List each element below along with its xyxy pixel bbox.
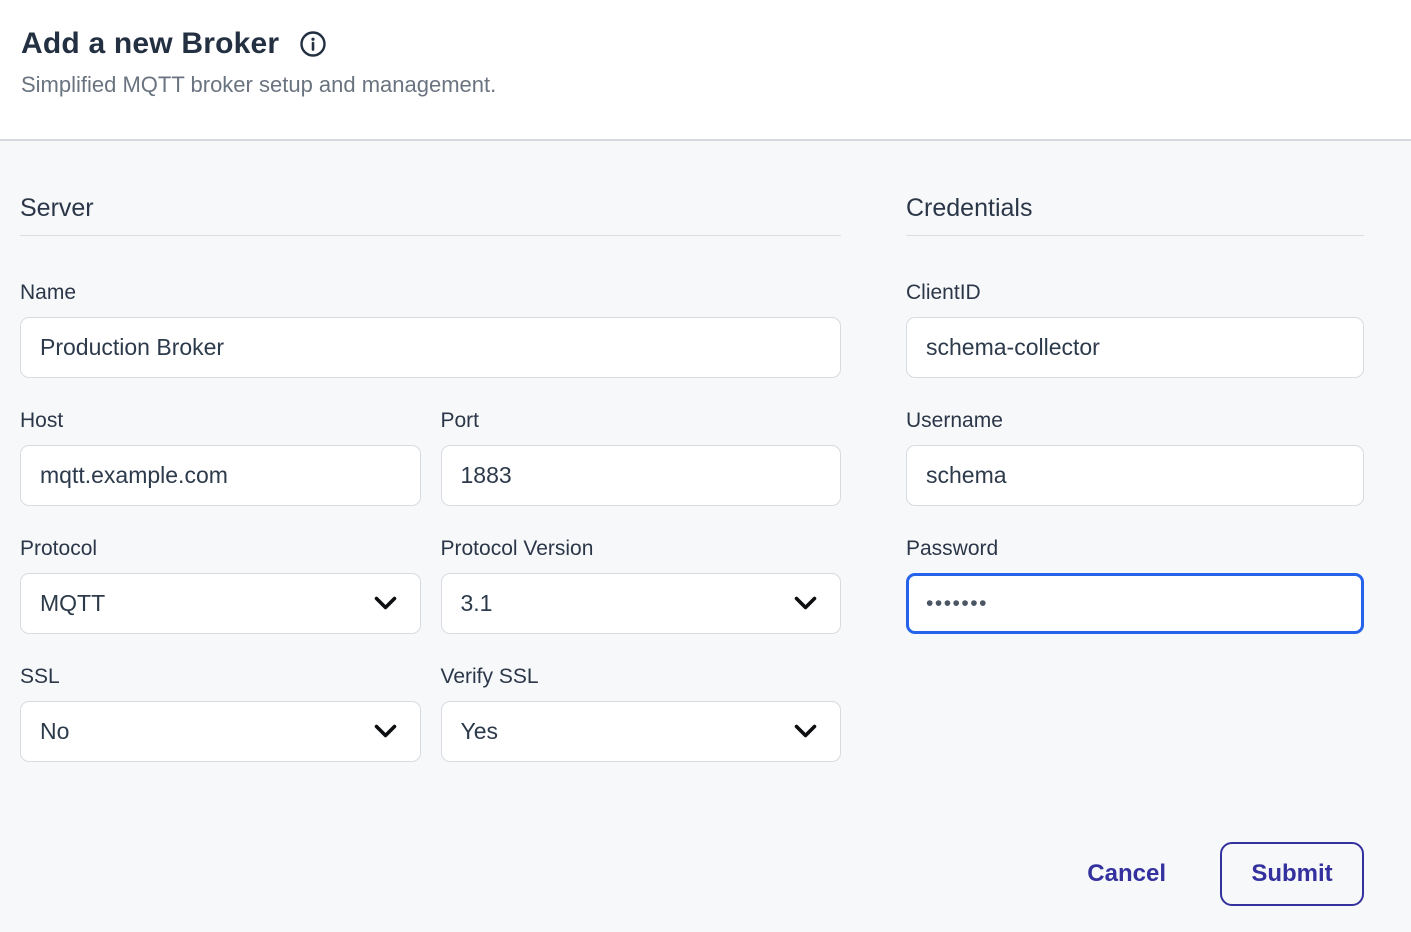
protocol-field-group: Protocol MQTT [20,537,421,634]
verify-ssl-label: Verify SSL [441,665,842,688]
password-field-group: Password [906,537,1364,634]
protocol-version-field-group: Protocol Version 3.1 [441,537,842,634]
port-input[interactable] [441,445,842,506]
chevron-down-icon [794,596,817,611]
verify-ssl-select[interactable]: Yes [441,701,842,762]
port-field-group: Port [441,409,842,506]
section-divider [906,235,1364,236]
ssl-select[interactable]: No [20,701,421,762]
username-field-group: Username [906,409,1364,506]
protocol-select[interactable]: MQTT [20,573,421,634]
protocol-selected-value: MQTT [40,590,105,617]
verify-ssl-selected-value: Yes [461,718,499,745]
protocol-label: Protocol [20,537,421,560]
submit-button[interactable]: Submit [1220,842,1364,906]
port-label: Port [441,409,842,432]
username-label: Username [906,409,1364,432]
chevron-down-icon [374,596,397,611]
info-icon[interactable] [299,30,327,58]
ssl-field-group: SSL No [20,665,421,762]
server-section: Server Name Host Port Protocol MQTT [20,193,841,906]
chevron-down-icon [374,724,397,739]
host-field-group: Host [20,409,421,506]
host-label: Host [20,409,421,432]
host-input[interactable] [20,445,421,506]
name-input[interactable] [20,317,841,378]
cancel-button[interactable]: Cancel [1087,860,1166,888]
protocol-version-select[interactable]: 3.1 [441,573,842,634]
protocol-version-selected-value: 3.1 [461,590,493,617]
client-id-input[interactable] [906,317,1364,378]
protocol-version-label: Protocol Version [441,537,842,560]
page-title: Add a new Broker [21,27,279,61]
section-divider [20,235,841,236]
credentials-section-heading: Credentials [906,193,1364,223]
username-input[interactable] [906,445,1364,506]
verify-ssl-field-group: Verify SSL Yes [441,665,842,762]
server-section-heading: Server [20,193,841,223]
client-id-field-group: ClientID [906,281,1364,378]
broker-form: Server Name Host Port Protocol MQTT [0,141,1411,906]
page-subtitle: Simplified MQTT broker setup and managem… [21,72,1411,98]
page-header: Add a new Broker Simplified MQTT broker … [0,0,1411,141]
password-label: Password [906,537,1364,560]
credentials-section: Credentials ClientID Username Password C… [906,193,1364,906]
name-label: Name [20,281,841,304]
password-input[interactable] [906,573,1364,634]
ssl-label: SSL [20,665,421,688]
form-actions: Cancel Submit [906,842,1364,906]
chevron-down-icon [794,724,817,739]
name-field-group: Name [20,281,841,378]
ssl-selected-value: No [40,718,69,745]
client-id-label: ClientID [906,281,1364,304]
